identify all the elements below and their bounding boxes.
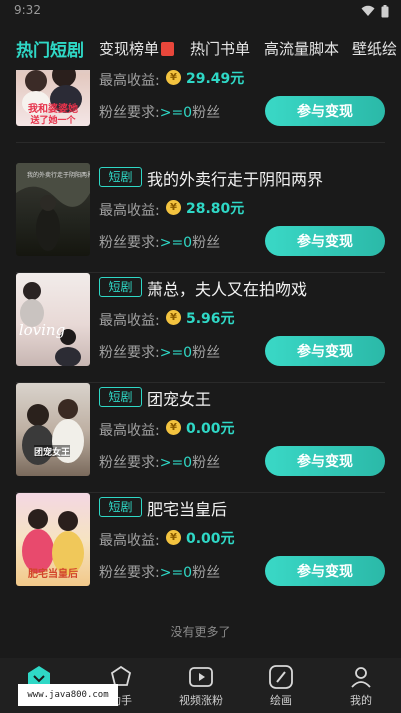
tab-wallpaper[interactable]: 壁纸绘 xyxy=(352,38,397,59)
drama-poster: loving xyxy=(16,273,90,366)
earnings-value: 5.96元 xyxy=(186,311,235,327)
coin-icon: ¥ xyxy=(166,200,181,215)
nav-paint-label: 绘画 xyxy=(270,694,292,707)
fans-value: >=0 xyxy=(159,455,193,471)
fans-requirement: 粉丝要求:>=0粉丝 xyxy=(99,452,220,472)
join-monetize-button[interactable]: 参与变现 xyxy=(265,556,385,586)
poster-subtitle: 送了她一个 xyxy=(29,114,76,126)
fans-value: >=0 xyxy=(159,345,193,361)
join-monetize-button[interactable]: 参与变现 xyxy=(265,226,385,256)
tab-hot-drama[interactable]: 热门短剧 xyxy=(16,36,84,61)
join-monetize-button[interactable]: 参与变现 xyxy=(265,96,385,126)
drama-title[interactable]: 肥宅当皇后 xyxy=(147,496,227,520)
fans-value: >=0 xyxy=(159,105,193,121)
battery-icon xyxy=(381,5,389,18)
drama-tag: 短剧 xyxy=(99,387,142,407)
drama-tag: 短剧 xyxy=(99,497,142,517)
drama-card[interactable]: loving 短剧 萧总，夫人又在拍吻戏 最高收益: ¥ 5.96元 粉丝要求:… xyxy=(0,273,401,383)
ranking-badge-icon xyxy=(161,42,175,56)
join-monetize-button[interactable]: 参与变现 xyxy=(265,336,385,366)
fans-prefix: 粉丝要求: xyxy=(99,235,160,251)
earnings-value: 0.00元 xyxy=(186,421,235,437)
drama-card[interactable]: 肥宅当皇后 短剧 肥宅当皇后 最高收益: ¥ 0.00元 粉丝要求:>=0粉丝 … xyxy=(0,493,401,603)
nav-profile[interactable]: 我的 xyxy=(326,664,396,708)
earnings-label: 最高收益: xyxy=(99,73,160,89)
coin-icon: ¥ xyxy=(166,420,181,435)
status-icons xyxy=(361,5,389,18)
drama-poster: 我的外卖行走于阴阳两界 xyxy=(16,163,90,256)
fans-prefix: 粉丝要求: xyxy=(99,345,160,361)
drama-tag: 短剧 xyxy=(99,167,142,187)
coin-icon: ¥ xyxy=(166,70,181,85)
fans-requirement: 粉丝要求:>=0粉丝 xyxy=(99,562,220,582)
nav-video-fans[interactable]: 视频涨粉 xyxy=(166,664,236,708)
fans-suffix: 粉丝 xyxy=(192,455,221,471)
status-time: 9:32 xyxy=(14,3,41,17)
drama-tag: 短剧 xyxy=(99,277,142,297)
earnings-label: 最高收益: xyxy=(99,203,160,219)
join-monetize-button[interactable]: 参与变现 xyxy=(265,446,385,476)
poster-title: 我的外卖行走于阴阳两界 xyxy=(27,171,90,179)
drama-title[interactable]: 团宠女王 xyxy=(147,386,211,410)
fans-prefix: 粉丝要求: xyxy=(99,455,160,471)
poster-title: 肥宅当皇后 xyxy=(28,567,78,580)
drama-card[interactable]: 团宠女王 短剧 团宠女王 最高收益: ¥ 0.00元 粉丝要求:>=0粉丝 参与… xyxy=(0,383,401,493)
tab-ranking-label: 变现榜单 xyxy=(99,40,160,58)
poster-title: 我和婆婆她 xyxy=(28,102,78,115)
fans-suffix: 粉丝 xyxy=(192,105,221,121)
wifi-icon xyxy=(361,5,375,16)
fans-prefix: 粉丝要求: xyxy=(99,565,160,581)
earnings-value: 29.49元 xyxy=(186,71,245,87)
fans-value: >=0 xyxy=(159,565,193,581)
coin-icon: ¥ xyxy=(166,530,181,545)
video-play-icon xyxy=(189,667,213,687)
fans-requirement: 粉丝要求:>=0粉丝 xyxy=(99,102,220,122)
drama-poster: 团宠女王 xyxy=(16,383,90,476)
poster-title: 团宠女王 xyxy=(34,446,70,458)
watermark: www.java800.com xyxy=(18,684,118,706)
tab-hot-books[interactable]: 热门书单 xyxy=(190,38,250,59)
coin-icon: ¥ xyxy=(166,310,181,325)
no-more-text: 没有更多了 xyxy=(170,625,231,639)
category-tabs: 热门短剧 变现榜单 热门书单 高流量脚本 壁纸绘 xyxy=(0,30,401,70)
nav-paint[interactable]: 绘画 xyxy=(246,664,316,708)
fans-prefix: 粉丝要求: xyxy=(99,105,160,121)
drama-list: 我和婆婆她 送了她一个 最高收益: ¥ 29.49元 粉丝要求:>=0粉丝 参与… xyxy=(0,70,401,658)
fans-value: >=0 xyxy=(159,235,193,251)
drama-poster: 肥宅当皇后 xyxy=(16,493,90,586)
fans-suffix: 粉丝 xyxy=(192,345,221,361)
divider xyxy=(16,142,385,143)
tab-scripts[interactable]: 高流量脚本 xyxy=(264,38,339,59)
earnings-label: 最高收益: xyxy=(99,533,160,549)
drama-card[interactable]: 我和婆婆她 送了她一个 最高收益: ¥ 29.49元 粉丝要求:>=0粉丝 参与… xyxy=(0,70,401,143)
tab-ranking[interactable]: 变现榜单 xyxy=(99,38,175,59)
poster-title: loving xyxy=(19,321,65,339)
earnings-value: 0.00元 xyxy=(186,531,235,547)
earnings-label: 最高收益: xyxy=(99,313,160,329)
drama-poster: 我和婆婆她 送了她一个 xyxy=(16,70,90,126)
nav-profile-label: 我的 xyxy=(350,694,372,707)
earnings-label: 最高收益: xyxy=(99,423,160,439)
drama-card[interactable]: 我的外卖行走于阴阳两界 短剧 我的外卖行走于阴阳两界 最高收益: ¥ 28.80… xyxy=(0,163,401,273)
user-icon xyxy=(351,667,371,688)
fans-suffix: 粉丝 xyxy=(192,565,221,581)
status-bar: 9:32 xyxy=(0,0,401,24)
nav-video-fans-label: 视频涨粉 xyxy=(179,694,223,707)
drama-title[interactable]: 我的外卖行走于阴阳两界 xyxy=(147,166,323,190)
drama-title[interactable]: 萧总，夫人又在拍吻戏 xyxy=(147,276,307,300)
paint-icon xyxy=(269,665,293,689)
fans-requirement: 粉丝要求:>=0粉丝 xyxy=(99,342,220,362)
earnings-value: 28.80元 xyxy=(186,201,245,217)
fans-requirement: 粉丝要求:>=0粉丝 xyxy=(99,232,220,252)
fans-suffix: 粉丝 xyxy=(192,235,221,251)
